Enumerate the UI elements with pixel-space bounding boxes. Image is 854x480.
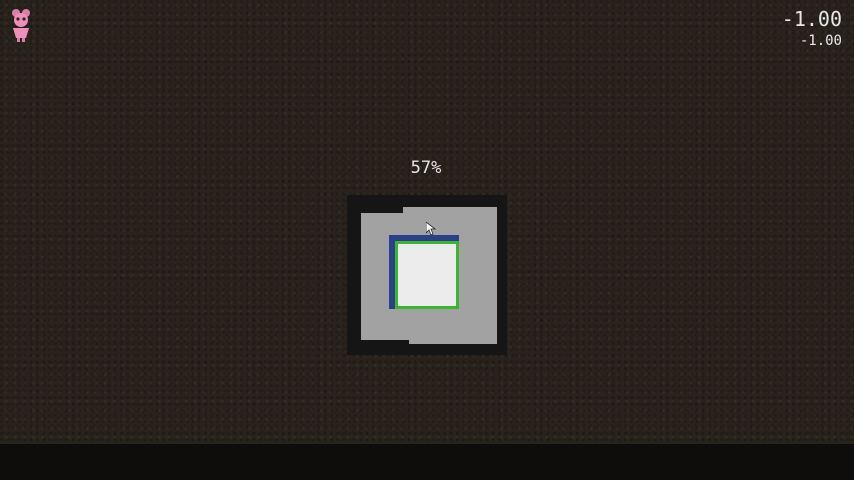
coordinate-readout-main: -1.00	[781, 7, 842, 31]
loading-progress-label: 57%	[410, 158, 442, 178]
loading-indicator	[347, 195, 507, 355]
loading-inner-square	[389, 235, 459, 309]
loading-frame-notch-bottom	[361, 340, 409, 345]
loading-frame-notch	[361, 207, 403, 213]
mouse-cursor-icon	[426, 222, 436, 236]
coordinate-readout-secondary: -1.00	[799, 33, 842, 49]
game-viewport[interactable]: -1.00 -1.00 57%	[0, 0, 854, 444]
loading-progress-square	[395, 241, 459, 309]
player-character-icon	[12, 9, 30, 42]
bottom-bar	[0, 444, 854, 480]
